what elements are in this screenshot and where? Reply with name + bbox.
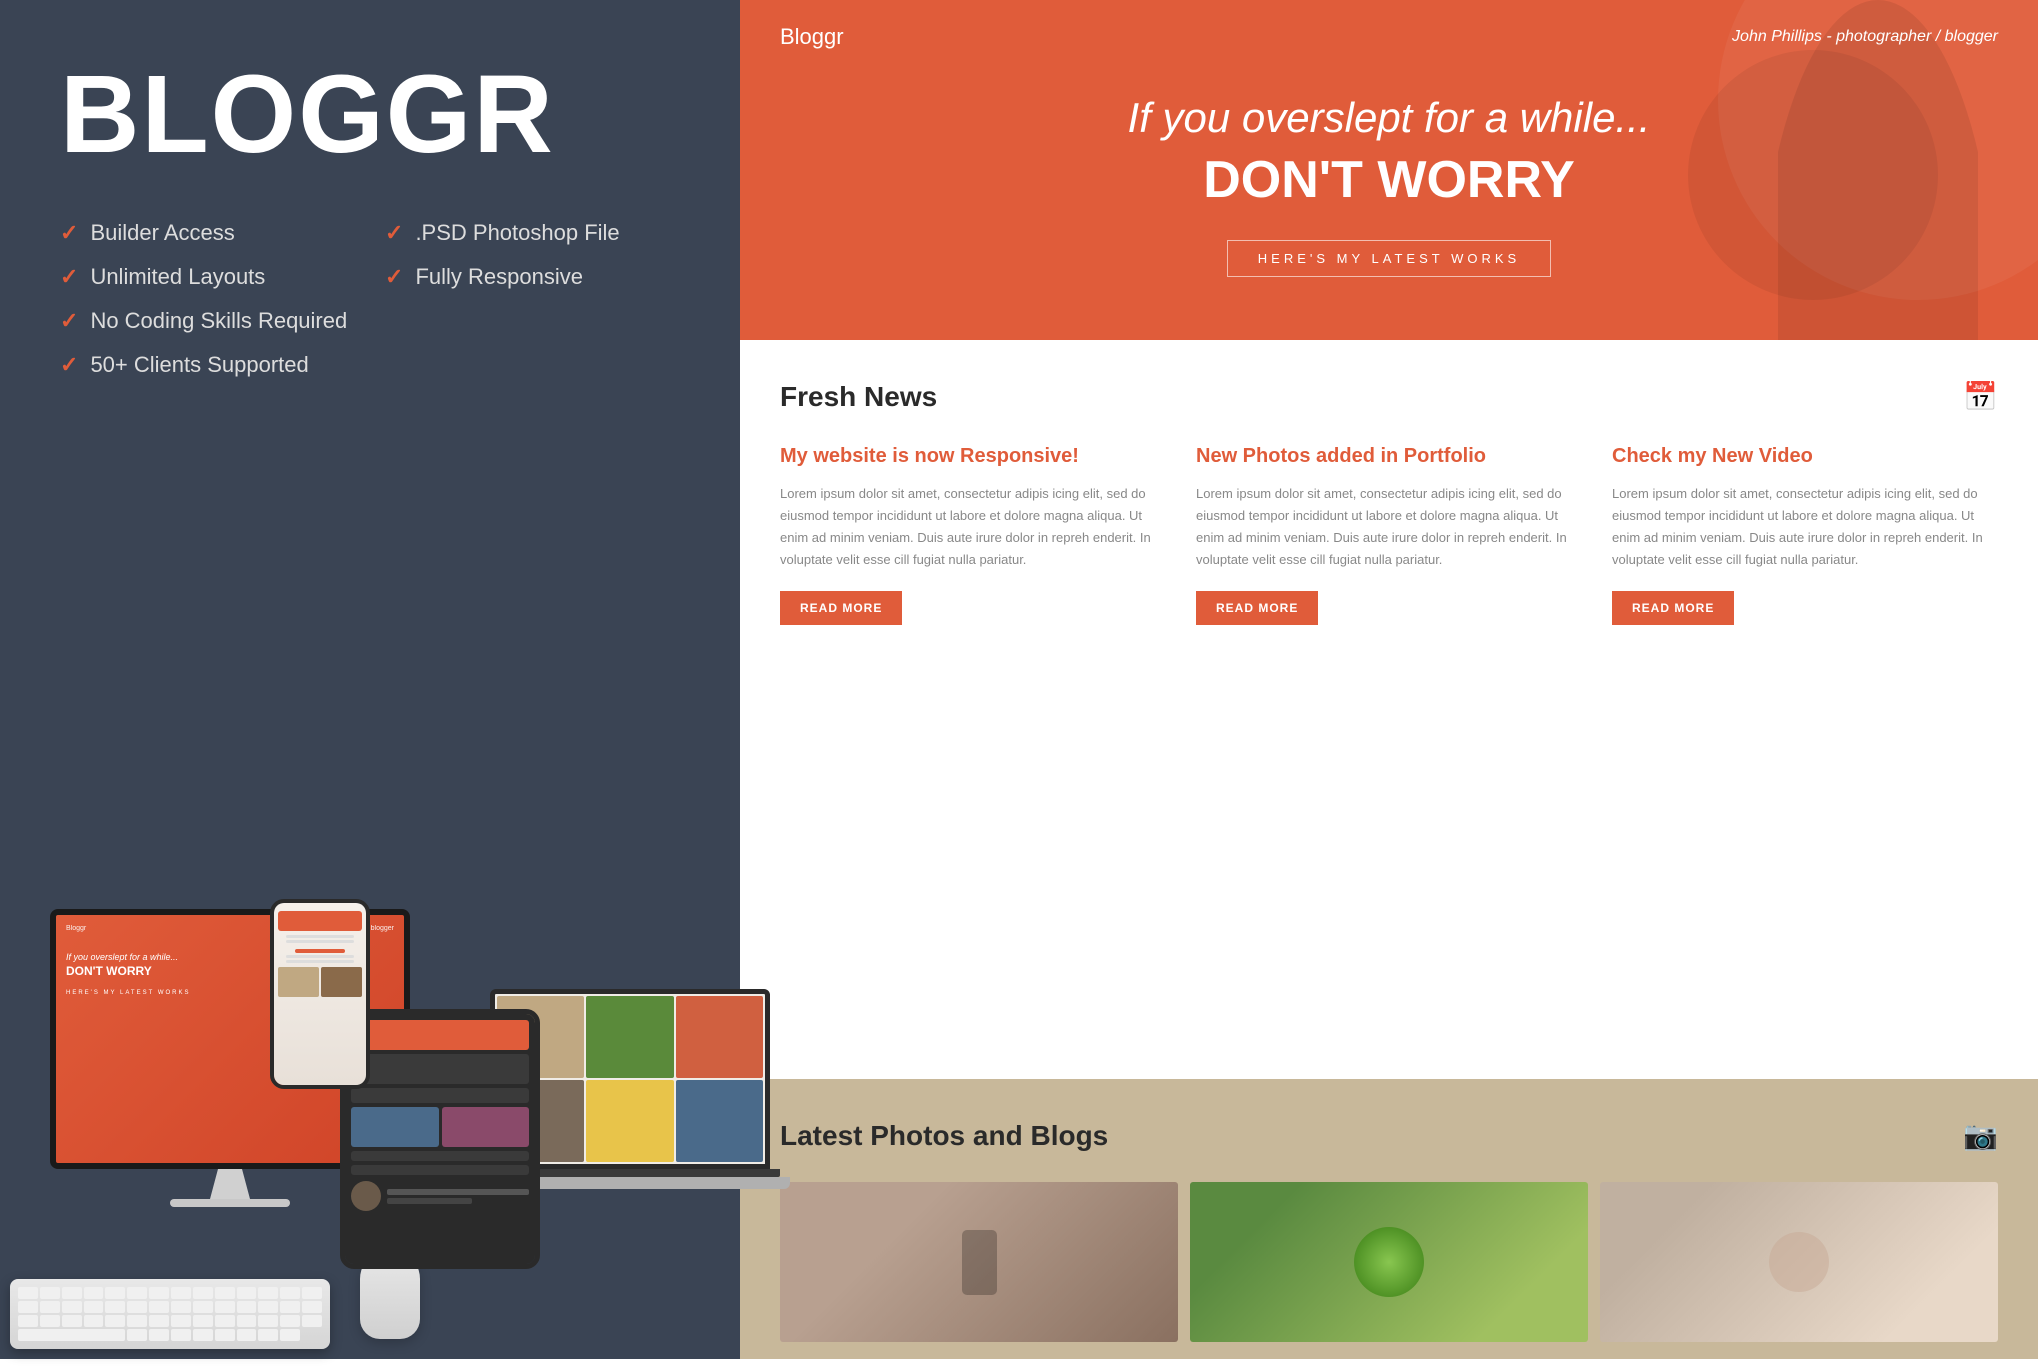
features-grid: ✓ Builder Access ✓ Unlimited Layouts ✓ N… [60,220,680,378]
hero-nav: Bloggr John Phillips - photographer / bl… [740,0,2038,74]
hero-cta-button[interactable]: HERE'S MY LATEST WORKS [1227,240,1551,277]
photo-thumb-3 [1600,1182,1998,1342]
left-panel: BLOGGR ✓ Builder Access ✓ Unlimited Layo… [0,0,740,1359]
news-grid: My website is now Responsive! Lorem ipsu… [780,443,1998,625]
news-item-3: Check my New Video Lorem ipsum dolor sit… [1612,443,1998,625]
feature-label: Unlimited Layouts [90,264,265,290]
phone-screen [274,903,366,1085]
right-panel: Bloggr John Phillips - photographer / bl… [740,0,2038,1359]
tablet-device [340,1009,540,1269]
feature-responsive: ✓ Fully Responsive [385,264,680,290]
fresh-news-header: Fresh News 📅 [780,380,1998,413]
feature-unlimited-layouts: ✓ Unlimited Layouts [60,264,355,290]
check-icon-4: ✓ [60,352,78,378]
latest-photos-section: Latest Photos and Blogs 📷 [740,1079,2038,1359]
feature-no-coding: ✓ No Coding Skills Required [60,308,355,334]
check-icon-1: ✓ [60,220,78,246]
news-body-3: Lorem ipsum dolor sit amet, consectetur … [1612,483,1998,571]
feature-psd: ✓ .PSD Photoshop File [385,220,680,246]
keyboard [10,1279,330,1349]
news-item-1: My website is now Responsive! Lorem ipsu… [780,443,1166,625]
camera-icon: 📷 [1963,1119,1998,1152]
news-item-2: New Photos added in Portfolio Lorem ipsu… [1196,443,1582,625]
check-icon-3: ✓ [60,308,78,334]
feature-label: 50+ Clients Supported [90,352,308,378]
read-more-2[interactable]: READ MORE [1196,591,1318,625]
features-col1: ✓ Builder Access ✓ Unlimited Layouts ✓ N… [60,220,355,378]
read-more-3[interactable]: READ MORE [1612,591,1734,625]
brand-title: BLOGGR [60,60,680,170]
feature-label: No Coding Skills Required [90,308,347,334]
news-body-2: Lorem ipsum dolor sit amet, consectetur … [1196,483,1582,571]
phone-device [270,899,370,1089]
read-more-1[interactable]: READ MORE [780,591,902,625]
latest-photos-header: Latest Photos and Blogs 📷 [780,1119,1998,1152]
tablet-screen [345,1014,535,1264]
news-title-1: My website is now Responsive! [780,443,1166,469]
feature-builder-access: ✓ Builder Access [60,220,355,246]
photos-grid [780,1182,1998,1342]
hero-content: If you overslept for a while... DON'T WO… [740,74,2038,297]
check-icon-2: ✓ [60,264,78,290]
features-col2: ✓ .PSD Photoshop File ✓ Fully Responsive [385,220,680,378]
feature-clients: ✓ 50+ Clients Supported [60,352,355,378]
calendar-icon: 📅 [1963,380,1998,413]
check-icon-5: ✓ [385,220,403,246]
feature-label: Builder Access [90,220,234,246]
photo-thumb-1 [780,1182,1178,1342]
feature-label: Fully Responsive [415,264,583,290]
hero-author: John Phillips - photographer / blogger [1732,28,1998,46]
news-title-2: New Photos added in Portfolio [1196,443,1582,469]
fresh-news-section: Fresh News 📅 My website is now Responsiv… [740,340,2038,1079]
check-icon-6: ✓ [385,264,403,290]
hero-logo: Bloggr [780,24,844,50]
latest-photos-title: Latest Photos and Blogs [780,1120,1108,1152]
devices-container: Bloggr John Phillips - photographer / bl… [0,669,760,1369]
hero-main-title: DON'T WORRY [780,150,1998,210]
news-title-3: Check my New Video [1612,443,1998,469]
news-body-1: Lorem ipsum dolor sit amet, consectetur … [780,483,1166,571]
hero-subtitle: If you overslept for a while... [780,94,1998,142]
fresh-news-title: Fresh News [780,381,937,413]
feature-label: .PSD Photoshop File [415,220,619,246]
photo-thumb-2 [1190,1182,1588,1342]
hero-section: Bloggr John Phillips - photographer / bl… [740,0,2038,340]
